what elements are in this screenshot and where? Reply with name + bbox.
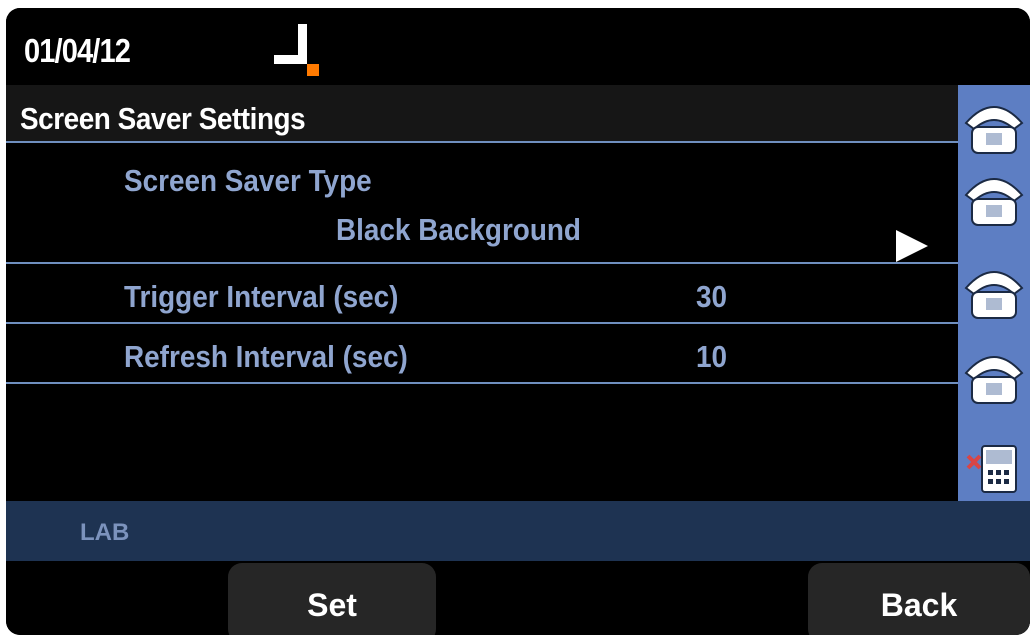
settings-title-bar: Screen Saver Settings [6,85,958,143]
line-key-5[interactable] [958,428,1030,504]
back-button[interactable]: Back [808,563,1030,635]
forward-phone-icon [966,445,1017,493]
phone-icon [964,178,1024,226]
line-keys [958,85,1030,501]
phone-screen: 01/04/12 Screen Saver Settings Screen Sa… [6,8,1030,635]
line-label: LAB [80,519,130,546]
refresh-interval-label: Refresh Interval (sec) [124,339,408,374]
page-title: Screen Saver Settings [20,101,306,136]
screen-saver-type-label: Screen Saver Type [124,163,372,198]
trigger-interval-label: Trigger Interval (sec) [124,279,399,314]
softkey-bar: Set Back [6,561,1030,635]
line-key-2[interactable] [958,157,1030,233]
arrow-right-icon[interactable] [896,230,928,262]
screen-saver-type-value: Black Background [336,212,581,247]
trigger-interval-value: 30 [696,279,728,314]
line-key-3[interactable] [958,250,1030,326]
status-bar: 01/04/12 [6,8,1030,85]
signal-icon [270,20,326,76]
phone-icon [964,356,1024,404]
line-label-bar: LAB [6,501,1030,561]
set-button[interactable]: Set [228,563,436,635]
line-key-1[interactable] [958,85,1030,161]
refresh-interval-value: 10 [696,339,728,374]
line-key-4[interactable] [958,335,1030,411]
menu-item-refresh-interval[interactable]: Refresh Interval (sec) 10 [6,324,958,384]
menu-item-screen-saver-type[interactable]: Screen Saver Type Black Background [6,145,958,264]
phone-icon [964,271,1024,319]
settings-menu: Screen Saver Type Black Background Trigg… [6,145,958,384]
phone-icon [964,106,1024,154]
date-text: 01/04/12 [24,32,131,69]
menu-item-trigger-interval[interactable]: Trigger Interval (sec) 30 [6,264,958,324]
